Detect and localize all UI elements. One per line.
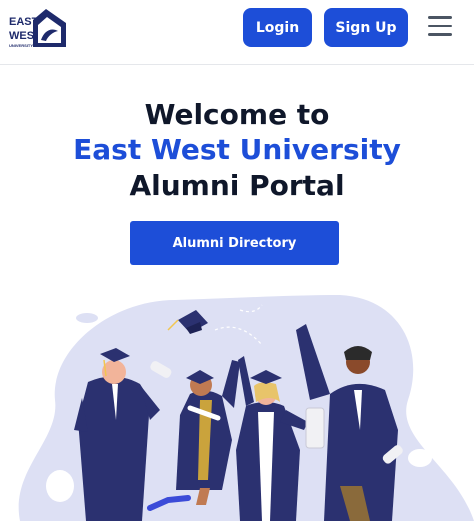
logo-word-university: UNIVERSITY (9, 43, 33, 48)
hero-title-university: East West University (73, 133, 401, 166)
signup-button[interactable]: Sign Up (324, 8, 408, 47)
hamburger-menu-icon[interactable] (428, 16, 452, 38)
login-button[interactable]: Login (243, 8, 312, 47)
hero-title-line-3: Alumni Portal (129, 169, 345, 202)
alumni-directory-button[interactable]: Alumni Directory (130, 221, 339, 265)
hero-title-line-1: Welcome to (144, 98, 330, 131)
graduation-illustration (18, 295, 474, 521)
university-logo[interactable]: EAST WEST UNIVERSITY (8, 7, 72, 51)
top-navbar: EAST WEST UNIVERSITY Login Sign Up (0, 0, 474, 65)
